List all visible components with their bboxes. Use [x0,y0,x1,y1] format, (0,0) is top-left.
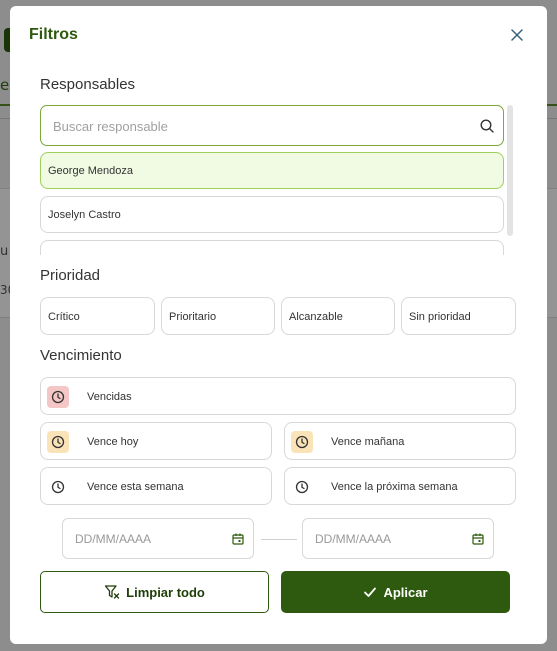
due-option-label: Vence hoy [87,436,139,448]
clear-filter-icon [104,585,120,599]
date-to-input[interactable] [315,530,455,548]
search-icon[interactable] [479,118,495,134]
clock-icon [47,431,69,453]
apply-button[interactable]: Aplicar [281,571,510,613]
check-icon [364,587,377,597]
list-item-george-mendoza[interactable]: George Mendoza [40,152,504,189]
due-option-label: Vence la próxima semana [331,481,458,493]
prioridad-label: Prioridad [40,267,101,284]
responsables-scrollbar[interactable] [507,105,513,236]
list-item[interactable] [40,240,504,255]
due-option-vence-proxima-semana[interactable]: Vence la próxima semana [284,467,516,505]
priority-chip-sin-prioridad[interactable]: Sin prioridad [401,297,516,335]
due-option-vence-hoy[interactable]: Vence hoy [40,422,272,460]
clock-icon [47,386,69,408]
responsable-search [40,105,504,146]
modal-title: Filtros [29,26,78,43]
due-option-vence-esta-semana[interactable]: Vence esta semana [40,467,272,505]
clock-icon [291,431,313,453]
list-item-joselyn-castro[interactable]: Joselyn Castro [40,196,504,233]
close-icon[interactable] [508,26,526,44]
date-range-separator [261,539,297,540]
date-from-input[interactable] [75,530,215,548]
priority-chip-critico[interactable]: Crítico [40,297,155,335]
due-option-vence-manana[interactable]: Vence mañana [284,422,516,460]
date-from-field [62,518,254,559]
due-option-vencidas[interactable]: Vencidas [40,377,516,415]
filters-modal: Filtros Responsables George Mendoza Jose… [10,6,547,644]
due-option-label: Vence mañana [331,436,405,448]
responsables-label: Responsables [40,76,136,93]
clock-icon [47,476,69,498]
clock-icon [291,476,313,498]
priority-chip-alcanzable[interactable]: Alcanzable [281,297,395,335]
due-option-label: Vence esta semana [87,481,184,493]
calendar-icon[interactable] [231,532,245,546]
clear-all-button[interactable]: Limpiar todo [40,571,269,613]
calendar-icon[interactable] [471,532,485,546]
priority-chip-prioritario[interactable]: Prioritario [161,297,275,335]
due-option-label: Vencidas [87,391,132,403]
responsables-list: George Mendoza Joselyn Castro [40,151,504,255]
responsable-search-input[interactable] [53,116,473,136]
apply-label: Aplicar [383,584,428,600]
date-to-field [302,518,494,559]
clear-all-label: Limpiar todo [126,584,205,600]
vencimiento-label: Vencimiento [40,347,122,364]
